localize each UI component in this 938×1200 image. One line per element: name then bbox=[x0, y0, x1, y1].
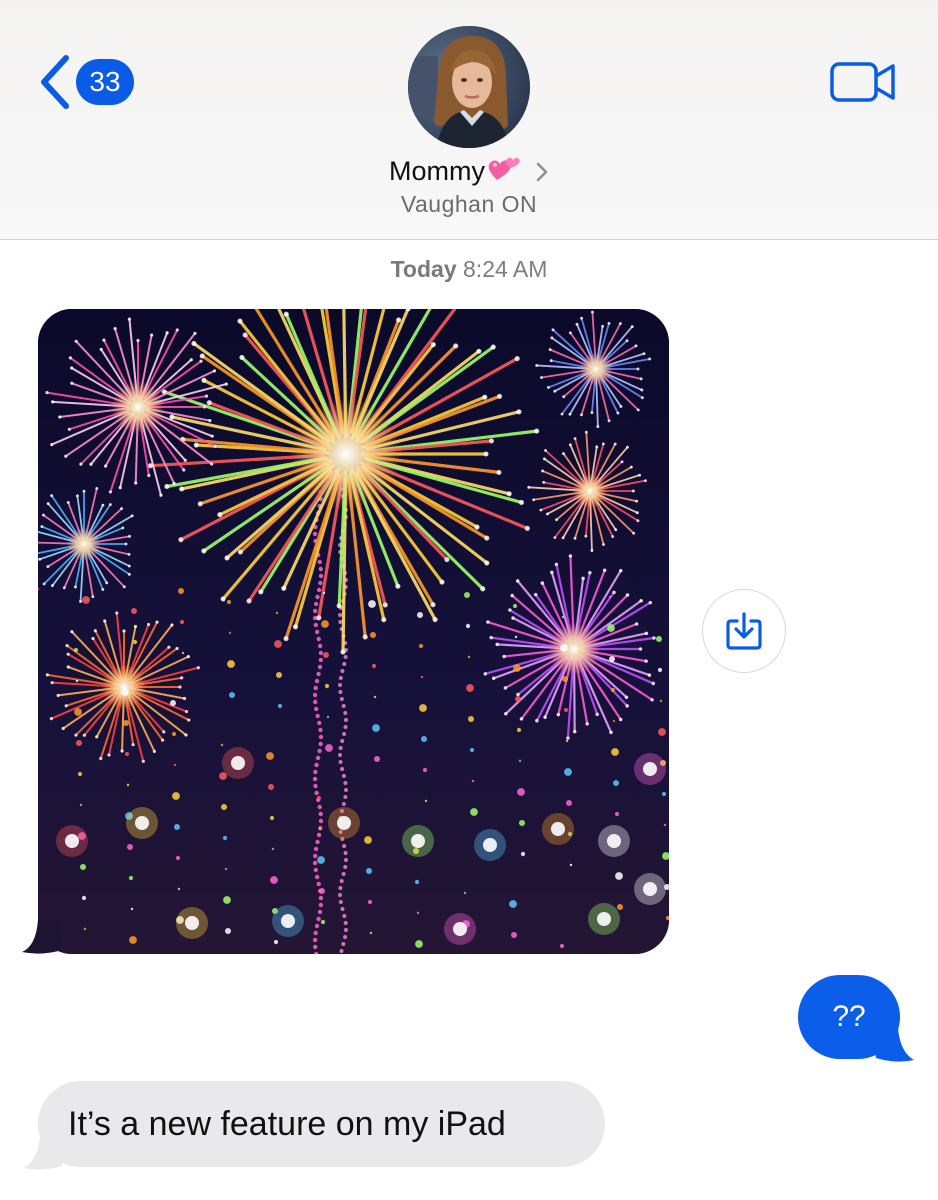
message-timestamp: Today 8:24 AM bbox=[0, 256, 938, 283]
contact-name-row[interactable]: Mommy bbox=[0, 156, 938, 187]
timestamp-day: Today bbox=[390, 256, 457, 282]
chevron-right-icon bbox=[536, 162, 548, 181]
unread-count-badge: 33 bbox=[76, 59, 134, 105]
incoming-message-bubble[interactable]: It’s a new feature on my iPad bbox=[38, 1081, 605, 1167]
back-button[interactable]: 33 bbox=[38, 54, 134, 110]
save-download-icon bbox=[726, 612, 762, 650]
messages-screen: 33 Mommy Vaughan ON Today 8:24 AM ?? It’… bbox=[0, 0, 938, 1200]
contact-avatar[interactable] bbox=[408, 26, 530, 148]
video-camera-icon bbox=[830, 62, 895, 102]
timestamp-time: 8:24 AM bbox=[463, 256, 548, 282]
contact-location: Vaughan ON bbox=[400, 191, 538, 217]
two-hearts-emoji-icon bbox=[488, 157, 520, 180]
bubble-tail bbox=[22, 920, 62, 954]
conversation-header: 33 Mommy Vaughan ON bbox=[0, 0, 938, 240]
facetime-video-button[interactable] bbox=[830, 60, 896, 104]
save-image-button[interactable] bbox=[702, 589, 786, 673]
contact-name: Mommy bbox=[389, 156, 485, 186]
image-message[interactable] bbox=[38, 309, 669, 954]
chevron-left-icon bbox=[41, 55, 69, 109]
outgoing-bubble-tail bbox=[872, 1028, 914, 1062]
fireworks-image bbox=[38, 309, 669, 954]
